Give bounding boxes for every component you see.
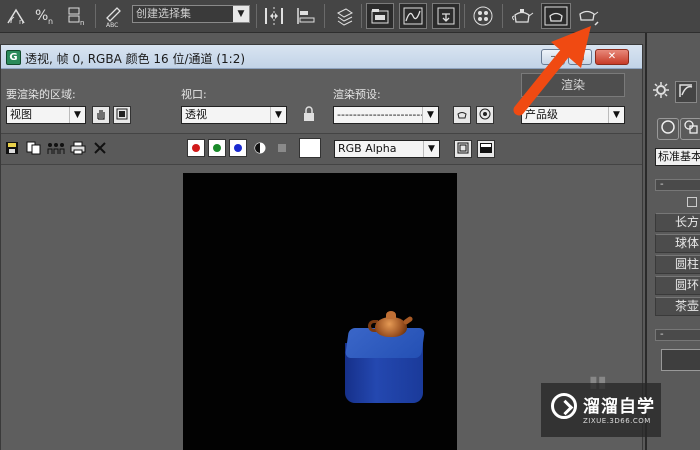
create-tab-icon[interactable]: [650, 81, 672, 103]
frame-window-toolbar: RGB Alpha ▼: [1, 133, 642, 165]
toolbar-separator: [464, 4, 465, 28]
blue-channel-toggle[interactable]: [229, 139, 247, 157]
teapot-button[interactable]: 茶壶: [655, 297, 700, 316]
watermark-name: 溜溜自学: [583, 397, 655, 417]
percent-snap-icon[interactable]: % n: [32, 3, 60, 29]
material-editor-icon[interactable]: [469, 3, 497, 29]
hand-pan-icon[interactable]: [92, 106, 110, 124]
rendered-teapot-lid: [386, 311, 396, 319]
red-channel-toggle[interactable]: [187, 139, 205, 157]
viewport-label: 视口:: [181, 88, 207, 101]
toolbar-separator: [95, 4, 96, 28]
print-image-icon[interactable]: [70, 141, 86, 157]
object-category-dropdown[interactable]: 标准基本: [655, 148, 700, 166]
align-icon[interactable]: [292, 3, 320, 29]
box-button[interactable]: 长方: [655, 213, 700, 232]
watermark-logo-icon: [551, 393, 577, 419]
svg-text:n: n: [19, 18, 23, 26]
torus-button[interactable]: 圆环: [655, 276, 700, 295]
rendered-teapot-spout: [402, 315, 414, 326]
clone-window-icon[interactable]: [46, 141, 66, 157]
watermark-url: ZIXUE.3D66.COM: [583, 417, 651, 425]
toolbar-separator: [502, 4, 503, 28]
svg-text:ABC: ABC: [106, 22, 118, 28]
display-channel-dropdown[interactable]: RGB Alpha ▼: [334, 140, 440, 158]
rendered-image: [183, 173, 457, 450]
named-selection-dropdown[interactable]: 创建选择集 ▼: [132, 5, 250, 23]
area-to-render-dropdown[interactable]: 视图 ▼: [6, 106, 86, 124]
svg-text:n: n: [80, 19, 84, 27]
chevron-down-icon[interactable]: ▼: [233, 6, 249, 22]
name-color-rollout-header[interactable]: -: [655, 329, 700, 341]
chevron-down-icon[interactable]: ▼: [69, 107, 85, 123]
render-setup-small-icon[interactable]: [453, 106, 471, 124]
modify-tab-icon[interactable]: [675, 81, 697, 103]
toolbar-separator: [256, 4, 257, 28]
geometry-category-icon[interactable]: [657, 118, 679, 140]
save-image-icon[interactable]: [4, 141, 20, 157]
object-type-rollout-header[interactable]: -: [655, 179, 700, 191]
monochrome-icon[interactable]: [274, 141, 290, 157]
area-to-render-value: 视图: [10, 108, 32, 121]
blue-channel-dot: [234, 144, 242, 152]
copy-image-icon[interactable]: [26, 141, 42, 157]
sphere-button[interactable]: 球体: [655, 234, 700, 253]
toolbar-separator: [361, 4, 362, 28]
curve-editor-icon[interactable]: [399, 3, 427, 29]
snap-angle-icon[interactable]: n: [2, 3, 30, 29]
cylinder-button[interactable]: 圆柱: [655, 255, 700, 274]
chevron-down-icon[interactable]: ▼: [422, 107, 438, 123]
render-preset-dropdown[interactable]: -------------------------- ▼: [333, 106, 439, 124]
autogrid-checkbox[interactable]: [687, 197, 697, 207]
display-channel-value: RGB Alpha: [338, 142, 397, 155]
watermark: 溜溜自学 ZIXUE.3D66.COM: [541, 383, 661, 437]
svg-text:%: %: [35, 8, 48, 24]
auto-region-selected-icon[interactable]: [113, 106, 131, 124]
mirror-icon[interactable]: [260, 3, 288, 29]
svg-text:n: n: [48, 17, 53, 26]
lock-icon[interactable]: [300, 106, 318, 124]
clear-icon[interactable]: [92, 141, 108, 157]
shapes-category-icon[interactable]: [680, 118, 700, 140]
area-to-render-label: 要渲染的区域:: [6, 88, 76, 101]
object-name-field[interactable]: [661, 349, 700, 371]
toolbar-separator: [324, 4, 325, 28]
scene-explorer-icon[interactable]: [366, 3, 394, 29]
environment-effects-icon[interactable]: [476, 106, 494, 124]
toggle-ui-overlay-icon[interactable]: [454, 140, 472, 158]
red-channel-dot: [192, 144, 200, 152]
spinner-snap-icon[interactable]: n: [62, 3, 90, 29]
viewport-value: 透视: [185, 108, 207, 121]
rendered-teapot: [375, 317, 407, 337]
layer-manager-icon[interactable]: [330, 3, 358, 29]
window-title: 透视, 帧 0, RGBA 颜色 16 位/通道 (1:2): [25, 52, 246, 66]
render-preset-label: 渲染预设:: [333, 88, 381, 101]
chevron-down-icon[interactable]: ▼: [423, 141, 439, 157]
green-channel-toggle[interactable]: [208, 139, 226, 157]
app-icon: G: [6, 50, 21, 65]
display-alpha-channel-icon[interactable]: [252, 141, 268, 157]
schematic-view-icon[interactable]: [432, 3, 460, 29]
green-channel-dot: [213, 144, 221, 152]
named-selection-value: 创建选择集: [136, 7, 191, 20]
edit-named-selection-icon[interactable]: ABC: [100, 3, 128, 29]
annotation-arrow-icon: [513, 26, 591, 116]
chevron-down-icon[interactable]: ▼: [270, 107, 286, 123]
chevron-down-icon[interactable]: ▼: [608, 107, 624, 123]
color-swatch[interactable]: [299, 138, 321, 158]
viewport-dropdown[interactable]: 透视 ▼: [181, 106, 287, 124]
toggle-ui-icon[interactable]: [477, 140, 495, 158]
